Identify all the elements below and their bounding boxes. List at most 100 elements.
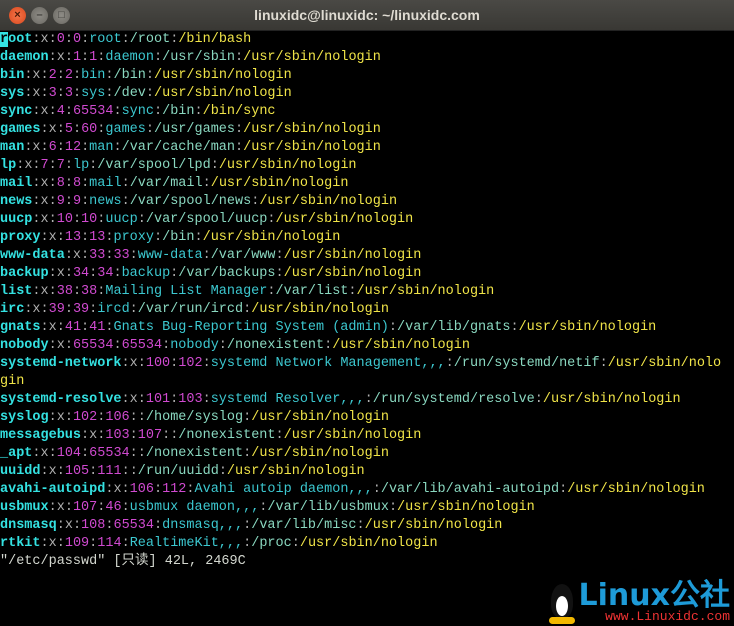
field-gecos: systemd Resolver,,, — [210, 392, 365, 407]
field-uid: 13 — [64, 230, 82, 245]
field-shell: /usr/sbin/nologin — [243, 50, 381, 65]
field-password: x — [40, 104, 49, 119]
field-shell: /usr/sbin/nologin — [210, 176, 349, 191]
field-gid: 65534 — [113, 518, 154, 533]
minimize-button[interactable]: – — [31, 6, 48, 24]
field-username: avahi-autoipd — [0, 482, 106, 497]
passwd-line: root:x:0:0:root:/root:/bin/bash — [0, 31, 729, 49]
field-separator: : — [145, 68, 155, 83]
field-separator: : — [48, 284, 57, 299]
passwd-line: syslog:x:102:106::/home/syslog:/usr/sbin… — [0, 409, 729, 427]
field-separator: : — [243, 518, 252, 533]
field-gid: 106 — [105, 410, 130, 425]
watermark-url: www.Linuxidc.com — [605, 609, 730, 624]
field-separator: : — [56, 86, 65, 101]
field-home-dir: /bin — [162, 230, 195, 245]
field-password: x — [48, 320, 57, 335]
field-gecos: uucp — [105, 212, 138, 227]
field-separator: : — [72, 518, 82, 533]
field-home-dir: /bin — [113, 68, 146, 83]
passwd-line: bin:x:2:2:bin:/bin:/usr/sbin/nologin — [0, 67, 729, 85]
passwd-line: mail:x:8:8:mail:/var/mail:/usr/sbin/nolo… — [0, 175, 729, 193]
field-separator: : — [162, 338, 171, 353]
field-separator: : — [243, 302, 252, 317]
vim-status-line: "/etc/passwd" [只读] 42L, 2469C — [0, 554, 246, 569]
field-separator: : — [194, 230, 203, 245]
field-username: sys — [0, 86, 25, 101]
field-shell: /usr/sbin/nologin — [251, 410, 389, 425]
field-gecos: root — [89, 32, 122, 47]
field-uid: 8 — [56, 176, 65, 191]
field-home-dir: /run/systemd/netif — [453, 356, 600, 371]
field-uid: 1 — [72, 50, 82, 65]
maximize-button[interactable]: □ — [53, 6, 70, 24]
field-username: messagebus — [0, 428, 82, 443]
field-separator: : — [121, 500, 130, 515]
field-separator: : — [267, 212, 276, 227]
field-uid: 5 — [64, 122, 73, 137]
field-separator: : — [32, 176, 41, 191]
field-password: x — [48, 536, 57, 551]
field-separator: : — [72, 284, 82, 299]
field-separator: : — [32, 194, 41, 209]
field-gid: 8 — [72, 176, 82, 191]
field-gecos: man — [89, 140, 114, 155]
field-separator: : — [48, 158, 57, 173]
field-separator: : — [32, 32, 41, 47]
field-separator: : — [56, 320, 65, 335]
field-gid: 10 — [81, 212, 98, 227]
field-separator: : — [275, 266, 284, 281]
passwd-line: uucp:x:10:10:uucp:/var/spool/uucp:/usr/s… — [0, 211, 729, 229]
field-uid: 7 — [40, 158, 49, 173]
field-separator: : — [137, 410, 146, 425]
field-gid: 60 — [81, 122, 98, 137]
field-separator: : — [56, 140, 65, 155]
field-gecos: mail — [89, 176, 122, 191]
field-separator: : — [145, 86, 155, 101]
field-gecos: nobody — [170, 338, 219, 353]
field-separator: : — [56, 536, 65, 551]
field-separator: : — [129, 464, 138, 479]
field-gid: 111 — [97, 464, 122, 479]
field-username: sync — [0, 104, 33, 119]
field-separator: : — [129, 446, 138, 461]
field-separator: : — [32, 158, 41, 173]
field-separator: : — [129, 428, 138, 443]
field-username: lp — [0, 158, 17, 173]
field-uid: 33 — [89, 248, 106, 263]
field-password: x — [56, 50, 65, 65]
field-password: x — [40, 212, 49, 227]
close-button[interactable]: × — [9, 6, 26, 24]
field-password: x — [48, 122, 57, 137]
field-uid: 2 — [48, 68, 57, 83]
field-uid: 41 — [64, 320, 82, 335]
field-shell: /usr/sbin/nologin — [542, 392, 681, 407]
field-username: gnats — [0, 320, 41, 335]
field-gecos: usbmux daemon,,, — [129, 500, 260, 515]
field-username: syslog — [0, 410, 49, 425]
field-home-dir: /var/cache/man — [121, 140, 236, 155]
field-password: x — [129, 392, 138, 407]
field-separator: : — [56, 518, 65, 533]
field-separator: : — [162, 428, 171, 443]
field-password: x — [32, 140, 41, 155]
field-gecos: sync — [121, 104, 154, 119]
minimize-icon: – — [36, 9, 43, 21]
field-username: man — [0, 140, 25, 155]
field-uid: 9 — [56, 194, 65, 209]
passwd-line: irc:x:39:39:ircd:/var/run/ircd:/usr/sbin… — [0, 301, 729, 319]
field-separator: : — [243, 446, 252, 461]
field-username: usbmux — [0, 500, 49, 515]
field-separator: : — [48, 266, 57, 281]
field-uid: 6 — [48, 140, 57, 155]
field-separator: : — [113, 338, 122, 353]
field-gid: 0 — [72, 32, 82, 47]
field-shell: /usr/sbin/nologin — [251, 302, 389, 317]
field-shell: /bin/bash — [178, 32, 252, 47]
field-gid: 112 — [162, 482, 187, 497]
terminal-area[interactable]: root:x:0:0:root:/root:/bin/bash daemon:x:… — [0, 31, 734, 626]
field-uid: 3 — [48, 86, 57, 101]
field-uid: 104 — [56, 446, 82, 461]
field-gid: 39 — [72, 302, 90, 317]
field-username: uuidd — [0, 464, 41, 479]
